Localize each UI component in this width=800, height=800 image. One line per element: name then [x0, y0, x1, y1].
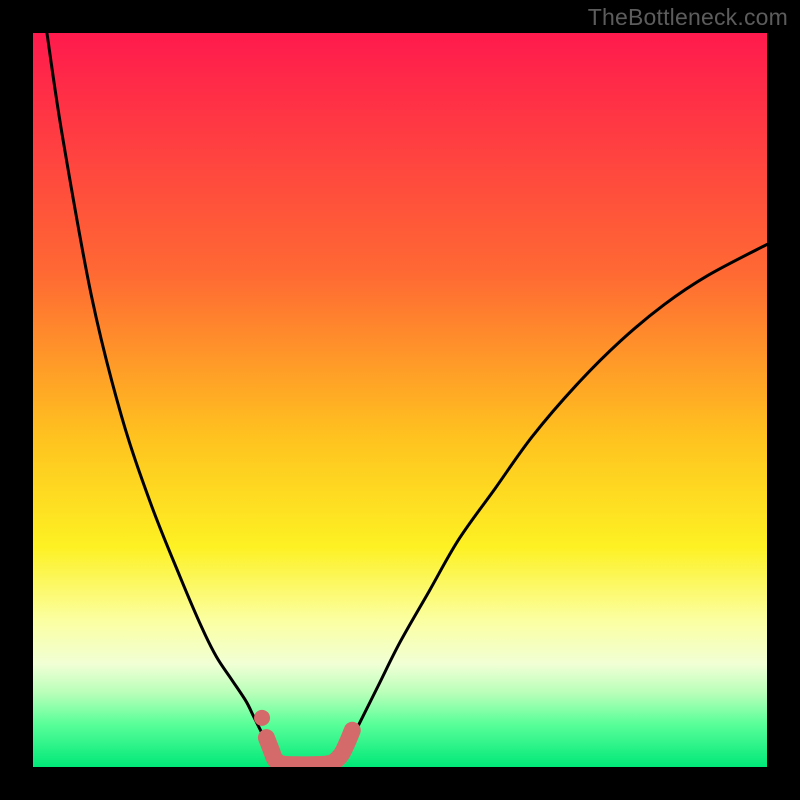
- right-branch-curve: [341, 244, 767, 759]
- plot-area: [33, 33, 767, 767]
- outer-frame: TheBottleneck.com: [0, 0, 800, 800]
- left-branch-curve: [47, 33, 275, 760]
- watermark-text: TheBottleneck.com: [588, 4, 788, 31]
- bead-overlay-stroke: [266, 730, 352, 765]
- bead-overlay-dot: [254, 710, 270, 726]
- curve-layer: [33, 33, 767, 767]
